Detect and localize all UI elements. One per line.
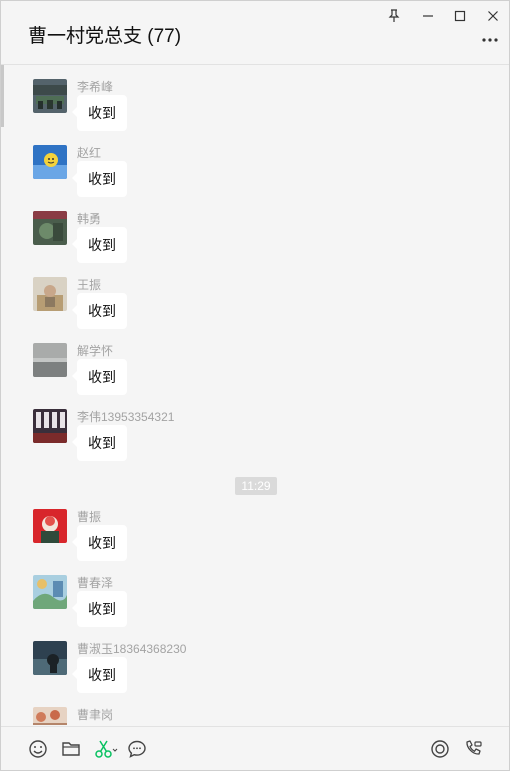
message-item: 曹聿岗	[33, 707, 333, 725]
message-item: 解学怀 收到	[33, 343, 333, 409]
title-bar: 曹一村党总支 (77)	[1, 1, 509, 65]
message-bubble[interactable]: 收到	[72, 227, 127, 263]
message-item: 李伟13953354321 收到	[33, 409, 333, 475]
chat-history-icon[interactable]	[126, 738, 148, 760]
emoji-icon[interactable]	[27, 738, 49, 760]
sender-name: 曹振	[77, 510, 102, 524]
avatar[interactable]	[33, 641, 67, 675]
message-item: 曹淑玉18364368230 收到	[33, 641, 333, 707]
avatar[interactable]	[33, 343, 67, 377]
folder-icon[interactable]	[60, 738, 82, 760]
avatar[interactable]	[33, 409, 67, 443]
maximize-icon[interactable]	[449, 7, 471, 25]
message-bubble[interactable]: 收到	[72, 293, 127, 329]
live-icon[interactable]	[429, 738, 451, 760]
chat-window: 曹一村党总支 (77) 李希峰 收到 赵红 收到 韩勇 收到 王振 收到 解学怀…	[0, 0, 510, 771]
message-item: 曹春泽 收到	[33, 575, 333, 641]
avatar[interactable]	[33, 509, 67, 543]
sender-name: 曹春泽	[77, 576, 114, 590]
message-item: 曹振 收到	[33, 509, 333, 575]
scissors-icon[interactable]	[93, 738, 119, 760]
message-item: 赵红 收到	[33, 145, 333, 211]
avatar[interactable]	[33, 707, 67, 725]
message-bubble[interactable]: 收到	[72, 591, 127, 627]
message-bubble[interactable]: 收到	[72, 161, 127, 197]
sender-name: 李伟13953354321	[77, 410, 175, 424]
sender-name: 韩勇	[77, 212, 102, 226]
avatar[interactable]	[33, 277, 67, 311]
sender-name: 李希峰	[77, 80, 114, 94]
chat-title: 曹一村党总支 (77)	[28, 26, 182, 47]
pin-icon[interactable]	[383, 7, 405, 25]
sender-name: 曹淑玉18364368230	[77, 642, 187, 656]
message-bubble[interactable]: 收到	[72, 425, 127, 461]
sender-name: 曹聿岗	[77, 708, 114, 722]
input-toolbar	[1, 726, 509, 770]
message-bubble[interactable]: 收到	[72, 525, 127, 561]
message-item: 王振 收到	[33, 277, 333, 343]
avatar[interactable]	[33, 575, 67, 609]
close-icon[interactable]	[482, 7, 504, 25]
message-item: 韩勇 收到	[33, 211, 333, 277]
message-bubble[interactable]: 收到	[72, 657, 127, 693]
more-options-icon[interactable]	[481, 33, 499, 47]
avatar[interactable]	[33, 145, 67, 179]
message-list: 李希峰 收到 赵红 收到 韩勇 收到 王振 收到 解学怀 收到 李伟139533…	[1, 65, 509, 725]
voice-call-icon[interactable]	[462, 738, 484, 760]
timestamp: 11:29	[235, 477, 277, 495]
message-bubble[interactable]: 收到	[72, 95, 127, 131]
sender-name: 赵红	[77, 146, 102, 160]
sender-name: 解学怀	[77, 344, 114, 358]
minimize-icon[interactable]	[417, 7, 439, 25]
sender-name: 王振	[77, 278, 102, 292]
message-bubble[interactable]: 收到	[72, 359, 127, 395]
avatar[interactable]	[33, 79, 67, 113]
message-item: 李希峰 收到	[33, 79, 333, 145]
avatar[interactable]	[33, 211, 67, 245]
